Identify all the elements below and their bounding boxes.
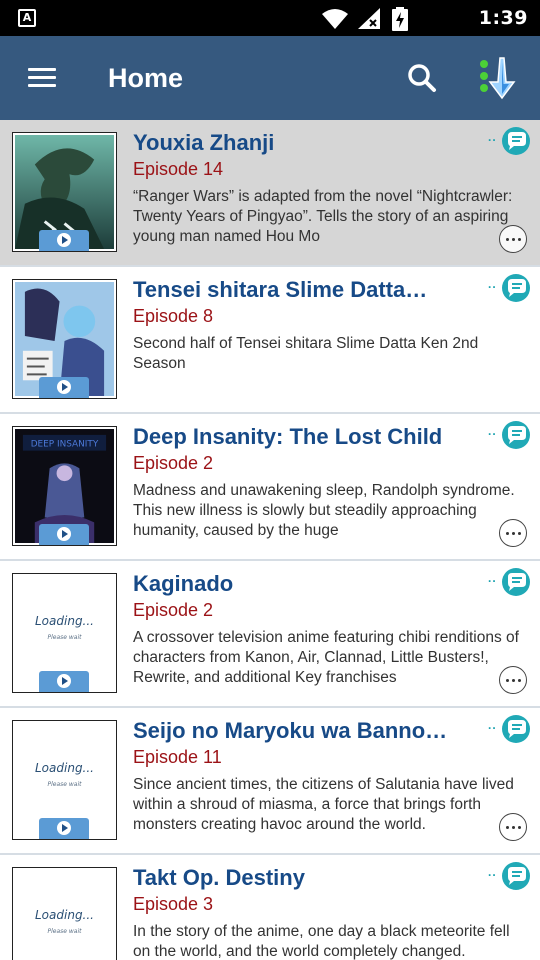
list-item[interactable]: Loading... Please wait Takt Op. Destiny Epi… <box>0 855 540 960</box>
search-button[interactable] <box>402 58 442 98</box>
dots-icon: .. <box>488 277 497 291</box>
dots-icon: .. <box>488 865 497 879</box>
chat-bubble-icon <box>508 279 526 297</box>
more-icon-dot <box>518 826 521 829</box>
episode-label: Episode 8 <box>133 306 214 326</box>
status-icons <box>322 7 408 31</box>
thumbnail[interactable]: Loading... Please wait <box>12 573 117 693</box>
list-item[interactable]: Loading... Please wait Seijo no Maryoku wa… <box>0 708 540 855</box>
thumbnail[interactable]: DEEP INSANITY <box>12 426 117 546</box>
play-button[interactable] <box>39 377 89 398</box>
please-wait-text: Please wait <box>47 781 82 788</box>
dots-icon: .. <box>488 424 497 438</box>
wifi-icon <box>322 9 348 29</box>
app-logo-button[interactable] <box>474 54 522 102</box>
show-title[interactable]: Seijo no Maryoku wa Banno… <box>133 717 463 745</box>
play-triangle-icon <box>62 530 68 538</box>
chat-bubble-icon <box>508 720 526 738</box>
list-item[interactable]: Tensei shitara Slime Datta… Episode 8 Seco… <box>0 267 540 414</box>
comments-button[interactable] <box>502 568 530 596</box>
play-button[interactable] <box>39 671 89 692</box>
more-options-button[interactable] <box>499 666 527 694</box>
comments-button[interactable] <box>502 421 530 449</box>
list-item[interactable]: Loading... Please wait Kaginado Episode 2 A … <box>0 561 540 708</box>
menu-icon-line <box>28 76 56 79</box>
show-description: In the story of the anime, one day a bla… <box>133 923 510 960</box>
page-title: Home <box>108 63 184 93</box>
play-button[interactable] <box>39 818 89 839</box>
status-bar: A 1:39 <box>0 0 540 36</box>
chat-bubble-icon <box>508 573 526 591</box>
play-triangle-icon <box>62 824 68 832</box>
battery-icon <box>392 7 408 31</box>
episode-label: Episode 11 <box>133 747 222 767</box>
show-title[interactable]: Tensei shitara Slime Datta… <box>133 276 463 304</box>
more-icon-dot <box>518 532 521 535</box>
menu-icon <box>28 68 56 71</box>
show-description: Second half of Tensei shitara Slime Datt… <box>133 335 479 372</box>
more-icon-dot <box>512 532 515 535</box>
app-bar: Home <box>0 36 540 120</box>
show-description: Madness and unawakening sleep, Randolph … <box>133 482 515 539</box>
loading-text: Loading... <box>35 908 94 922</box>
thumbnail[interactable] <box>12 279 117 399</box>
menu-button[interactable] <box>22 60 62 96</box>
play-button[interactable] <box>39 524 89 545</box>
comments-button[interactable] <box>502 715 530 743</box>
more-icon-dot <box>518 238 521 241</box>
loading-text: Loading... <box>35 614 94 628</box>
search-icon <box>408 64 436 92</box>
comments-button[interactable] <box>502 274 530 302</box>
episode-list[interactable]: Youxia Zhanji Episode 14 “Ranger Wars” is … <box>0 120 540 960</box>
more-icon <box>506 238 509 241</box>
more-icon <box>506 532 509 535</box>
show-title[interactable]: Deep Insanity: The Lost Child <box>133 423 463 451</box>
play-triangle-icon <box>62 677 68 685</box>
more-icon-dot <box>512 826 515 829</box>
play-triangle-icon <box>62 236 68 244</box>
dots-icon: .. <box>488 130 497 144</box>
chat-bubble-icon <box>508 132 526 150</box>
episode-label: Episode 3 <box>133 894 214 914</box>
list-item[interactable]: Youxia Zhanji Episode 14 “Ranger Wars” is … <box>0 120 540 267</box>
thumbnail[interactable] <box>12 132 117 252</box>
menu-icon-line <box>28 84 56 87</box>
more-options-button[interactable] <box>499 519 527 547</box>
more-options-button[interactable] <box>499 225 527 253</box>
dots-icon: .. <box>488 571 497 585</box>
show-description: “Ranger Wars” is adapted from the novel … <box>133 188 513 245</box>
signal-icon <box>358 8 380 29</box>
episode-label: Episode 14 <box>133 159 224 179</box>
show-description: Since ancient times, the citizens of Sal… <box>133 776 514 833</box>
please-wait-text: Please wait <box>47 634 82 641</box>
thumbnail[interactable]: Loading... Please wait <box>12 867 117 960</box>
please-wait-text: Please wait <box>47 928 82 935</box>
play-button[interactable] <box>39 230 89 251</box>
show-description: A crossover television anime featuring c… <box>133 629 519 686</box>
show-title[interactable]: Kaginado <box>133 570 463 598</box>
more-icon <box>506 679 509 682</box>
more-icon-dot <box>518 679 521 682</box>
more-options-button[interactable] <box>499 813 527 841</box>
more-icon-dot <box>512 679 515 682</box>
show-title[interactable]: Youxia Zhanji <box>133 129 463 157</box>
chat-bubble-icon <box>508 867 526 885</box>
chat-bubble-icon <box>508 426 526 444</box>
notification-app-icon: A <box>18 9 36 27</box>
more-icon-dot <box>512 238 515 241</box>
loading-text: Loading... <box>35 761 94 775</box>
more-icon <box>506 826 509 829</box>
show-title[interactable]: Takt Op. Destiny <box>133 864 463 892</box>
episode-label: Episode 2 <box>133 600 214 620</box>
svg-text:DEEP INSANITY: DEEP INSANITY <box>31 440 99 450</box>
episode-label: Episode 2 <box>133 453 214 473</box>
comments-button[interactable] <box>502 127 530 155</box>
dots-icon: .. <box>488 718 497 732</box>
list-item[interactable]: DEEP INSANITY Deep Insanity: The Lost Chi… <box>0 414 540 561</box>
comments-button[interactable] <box>502 862 530 890</box>
play-triangle-icon <box>62 383 68 391</box>
download-logo-icon <box>480 57 516 100</box>
thumbnail[interactable]: Loading... Please wait <box>12 720 117 840</box>
status-time: 1:39 <box>478 7 528 29</box>
